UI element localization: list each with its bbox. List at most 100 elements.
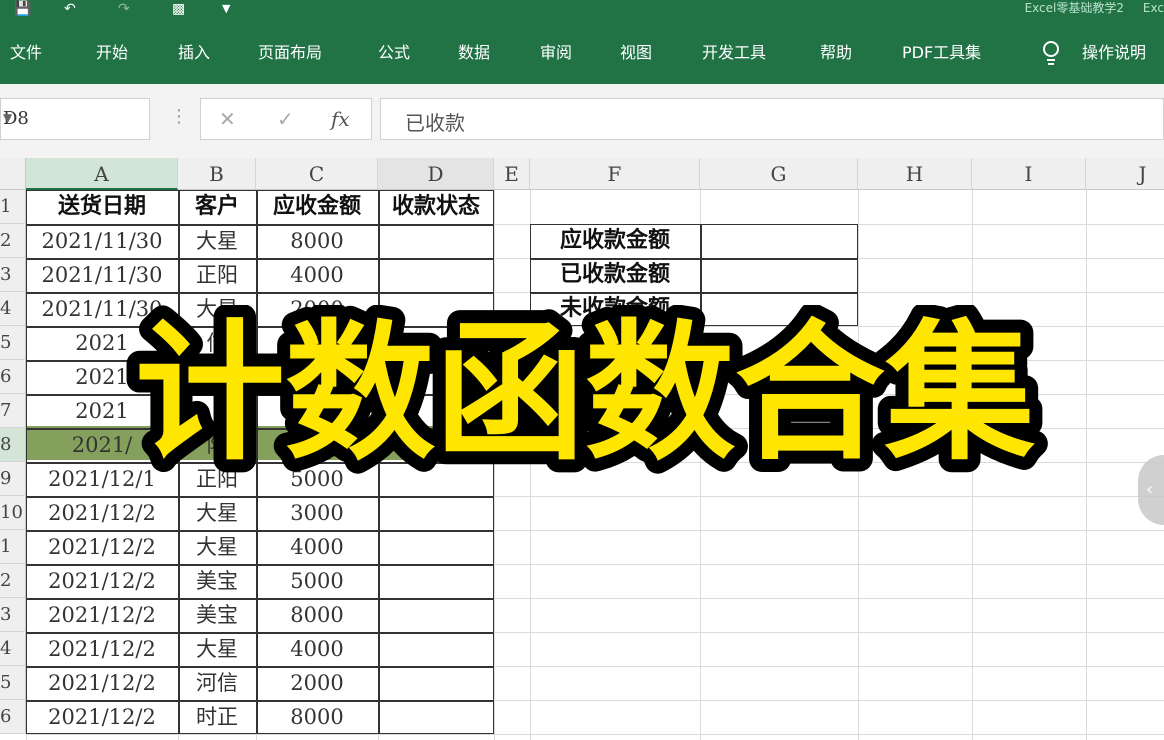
splitter-handle[interactable]: ⋮ xyxy=(170,106,188,127)
table-cell[interactable]: 大星 xyxy=(178,530,256,564)
tab-file[interactable]: 文件 xyxy=(10,42,42,64)
row-header[interactable]: 10 xyxy=(0,496,26,530)
insert-function-icon[interactable]: fx xyxy=(331,107,350,131)
column-header-a[interactable]: A xyxy=(26,158,178,190)
table-cell[interactable]: 2021/12/2 xyxy=(26,564,178,598)
save-icon[interactable]: 💾 xyxy=(14,0,31,18)
name-box[interactable]: D8 ▼ xyxy=(0,98,150,140)
table-cell[interactable]: 时正 xyxy=(178,700,256,734)
tab-insert[interactable]: 插入 xyxy=(178,42,210,64)
table-cell[interactable]: 5000 xyxy=(256,564,378,598)
table-cell[interactable]: 美宝 xyxy=(178,564,256,598)
summary-label-cell[interactable]: 已收款金额 xyxy=(530,258,700,292)
summary-value-cell[interactable] xyxy=(700,224,858,258)
table-cell[interactable]: 2021/11/30 xyxy=(26,258,178,292)
tab-data[interactable]: 数据 xyxy=(458,42,490,64)
chevron-down-icon[interactable]: ▼ xyxy=(3,111,139,125)
table-cell[interactable]: 大星 xyxy=(178,224,256,258)
table-cell[interactable] xyxy=(378,496,494,530)
table-cell[interactable] xyxy=(378,564,494,598)
cancel-icon[interactable]: ✕ xyxy=(219,107,236,131)
table-cell[interactable] xyxy=(378,530,494,564)
table-cell[interactable]: 河信 xyxy=(178,666,256,700)
column-header-i[interactable]: I xyxy=(972,158,1086,190)
table-header-cell[interactable]: 收款状态 xyxy=(378,190,494,224)
tab-page-layout[interactable]: 页面布局 xyxy=(258,42,322,64)
qat-dropdown-icon[interactable]: ▼ xyxy=(222,0,230,18)
table-cell[interactable]: 2021/12/2 xyxy=(26,666,178,700)
table-cell[interactable] xyxy=(378,666,494,700)
tab-help[interactable]: 帮助 xyxy=(820,42,852,64)
table-cell[interactable]: 2021/12/2 xyxy=(26,496,178,530)
table-cell[interactable]: 大星 xyxy=(178,632,256,666)
table-cell[interactable]: 4000 xyxy=(256,258,378,292)
formula-bar-area: D8 ▼ ⋮ ✕ ✓ fx 已收款 xyxy=(0,84,1164,158)
table-cell[interactable]: 2021/11/30 xyxy=(26,224,178,258)
column-header-c[interactable]: C xyxy=(256,158,378,190)
table-cell[interactable]: 8000 xyxy=(256,598,378,632)
table-header-cell[interactable]: 应收金额 xyxy=(256,190,378,224)
row-header[interactable]: 2 xyxy=(0,564,26,598)
column-header-j[interactable]: J xyxy=(1086,158,1164,190)
tab-home[interactable]: 开始 xyxy=(96,42,128,64)
row-header[interactable]: 3 xyxy=(0,258,26,292)
customize-icon[interactable]: ▩ xyxy=(172,0,185,18)
table-cell[interactable]: 8000 xyxy=(256,224,378,258)
table-cell[interactable]: 2021/12/2 xyxy=(26,598,178,632)
enter-icon[interactable]: ✓ xyxy=(277,107,294,131)
table-cell[interactable] xyxy=(378,700,494,734)
redo-icon[interactable]: ↷ xyxy=(118,0,130,18)
table-cell[interactable]: 2021/12/2 xyxy=(26,632,178,666)
row-header[interactable]: 1 xyxy=(0,190,26,224)
table-cell[interactable]: 2021/12/2 xyxy=(26,700,178,734)
table-header-cell[interactable]: 送货日期 xyxy=(26,190,178,224)
row-header[interactable]: 1 xyxy=(0,530,26,564)
formula-input[interactable]: 已收款 xyxy=(380,98,1164,140)
select-all-corner[interactable] xyxy=(0,158,26,190)
table-cell[interactable]: 3000 xyxy=(256,496,378,530)
table-cell[interactable]: 大星 xyxy=(178,496,256,530)
row-header[interactable]: 2 xyxy=(0,224,26,258)
column-header-e[interactable]: E xyxy=(494,158,530,190)
column-header-h[interactable]: H xyxy=(858,158,972,190)
summary-label-cell[interactable]: 应收款金额 xyxy=(530,224,700,258)
column-header-g[interactable]: G xyxy=(700,158,858,190)
row-header[interactable]: 6 xyxy=(0,700,26,734)
table-cell[interactable]: 正阳 xyxy=(178,258,256,292)
row-header[interactable]: 7 xyxy=(0,394,26,428)
table-cell[interactable]: 8000 xyxy=(256,700,378,734)
column-header-f[interactable]: F xyxy=(530,158,700,190)
row-header[interactable]: 5 xyxy=(0,326,26,360)
table-border-horizontal xyxy=(26,258,494,260)
tab-view[interactable]: 视图 xyxy=(620,42,652,64)
row-header[interactable]: 3 xyxy=(0,598,26,632)
column-header-d[interactable]: D xyxy=(378,158,494,190)
undo-icon[interactable]: ↶ xyxy=(64,0,76,18)
tab-formulas[interactable]: 公式 xyxy=(378,42,410,64)
tab-developer[interactable]: 开发工具 xyxy=(702,42,766,64)
table-cell[interactable] xyxy=(378,258,494,292)
table-border-horizontal xyxy=(26,530,494,532)
table-cell[interactable]: 美宝 xyxy=(178,598,256,632)
row-header[interactable]: 4 xyxy=(0,632,26,666)
tab-pdf-tools[interactable]: PDF工具集 xyxy=(902,42,981,64)
summary-value-cell[interactable] xyxy=(700,258,858,292)
gridline-vertical xyxy=(1086,190,1087,740)
table-header-cell[interactable]: 客户 xyxy=(178,190,256,224)
table-cell[interactable] xyxy=(378,224,494,258)
lightbulb-icon[interactable] xyxy=(1040,40,1062,66)
row-header[interactable]: 8 xyxy=(0,428,26,462)
table-cell[interactable]: 4000 xyxy=(256,530,378,564)
tell-me-search[interactable]: 操作说明 xyxy=(1082,42,1146,64)
table-cell[interactable]: 4000 xyxy=(256,632,378,666)
row-header[interactable]: 4 xyxy=(0,292,26,326)
row-header[interactable]: 9 xyxy=(0,462,26,496)
row-header[interactable]: 6 xyxy=(0,360,26,394)
row-header[interactable]: 5 xyxy=(0,666,26,700)
table-cell[interactable]: 2021/12/2 xyxy=(26,530,178,564)
table-cell[interactable]: 2000 xyxy=(256,666,378,700)
column-header-b[interactable]: B xyxy=(178,158,256,190)
tab-review[interactable]: 审阅 xyxy=(540,42,572,64)
table-cell[interactable] xyxy=(378,632,494,666)
table-cell[interactable] xyxy=(378,598,494,632)
